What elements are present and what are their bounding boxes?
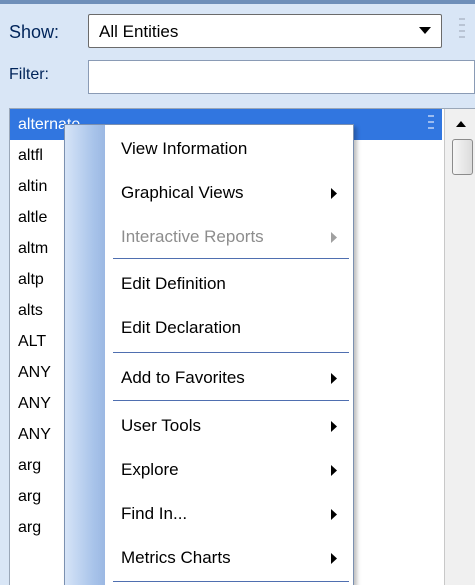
menu-item-edit-definition[interactable]: Edit Definition [105,264,353,304]
menu-separator [113,352,349,353]
submenu-arrow-icon [331,406,337,446]
filter-input[interactable] [88,60,475,94]
context-menu: View Information Graphical Views Interac… [64,124,354,585]
menu-separator [113,258,349,259]
scroll-up-arrow-icon[interactable] [445,109,475,137]
menu-item-label: Add to Favorites [121,368,245,387]
menu-icon-gutter [65,125,105,585]
menu-separator [113,400,349,401]
menu-item-view-information[interactable]: View Information [105,129,353,169]
menu-item-explore[interactable]: Explore [105,450,353,490]
show-dropdown[interactable]: All Entities [88,14,442,48]
menu-item-interactive-reports[interactable]: Interactive Reports [105,217,353,257]
menu-item-find-in[interactable]: Find In... [105,494,353,534]
menu-item-label: Explore [121,460,179,479]
menu-item-edit-declaration[interactable]: Edit Declaration [105,308,353,348]
menu-item-label: User Tools [121,416,201,435]
top-border [0,0,475,4]
menu-item-label: Metrics Charts [121,548,231,567]
menu-item-label: Edit Definition [121,274,226,293]
submenu-arrow-icon [331,450,337,490]
show-label: Show: [9,22,60,42]
submenu-arrow-icon [331,173,337,213]
menu-item-label: Edit Declaration [121,318,242,337]
vertical-scrollbar[interactable] [444,109,475,585]
submenu-arrow-icon [331,217,337,257]
grip-icon[interactable] [459,16,465,49]
menu-item-metrics-charts[interactable]: Metrics Charts [105,538,353,578]
menu-item-label: Interactive Reports [121,227,264,246]
scrollbar-thumb[interactable] [452,139,473,175]
dropdown-arrow-icon[interactable] [415,20,435,42]
show-dropdown-value: All Entities [99,22,179,41]
menu-item-user-tools[interactable]: User Tools [105,406,353,446]
submenu-arrow-icon [331,494,337,534]
menu-item-label: Graphical Views [121,183,244,202]
menu-item-label: Find In... [121,504,188,523]
submenu-arrow-icon [331,538,337,578]
menu-item-add-to-favorites[interactable]: Add to Favorites [105,358,353,398]
menu-item-graphical-views[interactable]: Graphical Views [105,173,353,213]
submenu-arrow-icon [331,358,337,398]
menu-separator [113,581,349,582]
filter-label: Filter: [9,66,49,83]
menu-item-label: View Information [121,139,248,158]
